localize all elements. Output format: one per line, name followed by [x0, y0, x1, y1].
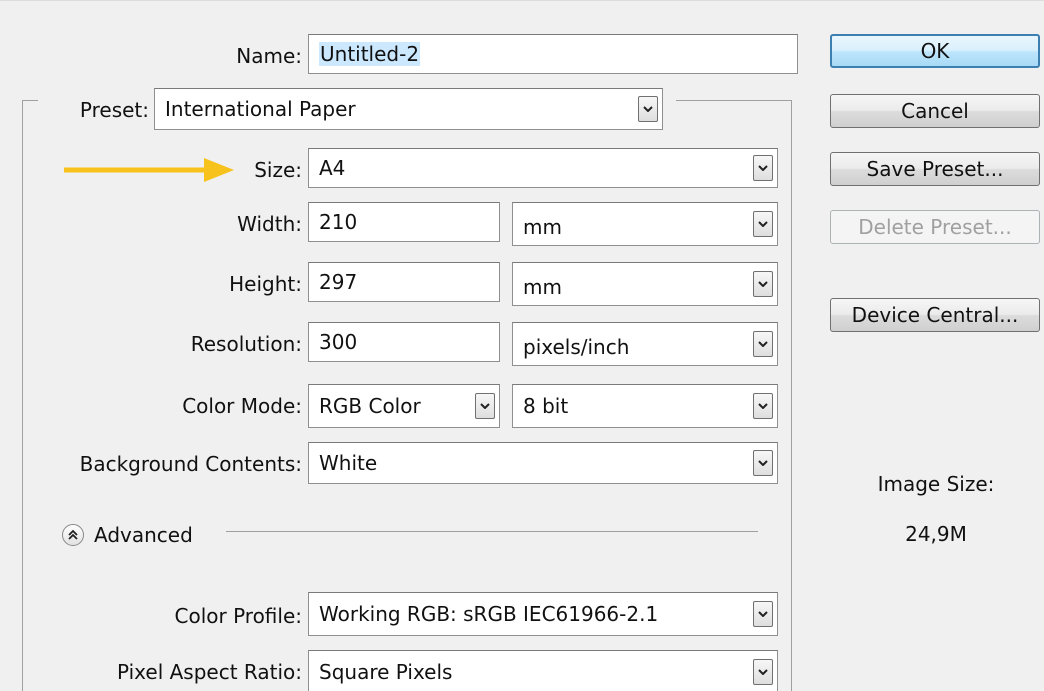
chevron-down-icon[interactable]	[638, 96, 658, 122]
advanced-divider	[226, 531, 758, 532]
height-label: Height:	[229, 272, 302, 296]
color-mode-label: Color Mode:	[182, 394, 302, 418]
size-label: Size:	[254, 158, 302, 182]
cancel-button[interactable]: Cancel	[830, 94, 1040, 128]
width-unit-value: mm	[523, 215, 562, 239]
ok-button[interactable]: OK	[830, 34, 1040, 68]
color-mode-value: RGB Color	[319, 394, 421, 418]
resolution-value: 300	[319, 330, 358, 354]
chevron-down-icon[interactable]	[753, 155, 773, 181]
name-input[interactable]: Untitled-2	[308, 34, 798, 74]
name-value: Untitled-2	[319, 42, 421, 66]
preset-group-frame-top-right	[676, 100, 792, 101]
preset-select[interactable]: International Paper	[154, 88, 663, 130]
width-unit-select[interactable]: mm	[512, 202, 778, 246]
chevron-down-icon[interactable]	[753, 601, 773, 627]
pixel-aspect-ratio-label: Pixel Aspect Ratio:	[117, 660, 302, 684]
save-preset-button[interactable]: Save Preset...	[830, 152, 1040, 186]
background-contents-value: White	[319, 451, 378, 475]
resolution-unit-value: pixels/inch	[523, 335, 630, 359]
height-input[interactable]: 297	[308, 262, 500, 302]
advanced-toggle-button[interactable]	[62, 524, 84, 546]
device-central-button[interactable]: Device Central...	[830, 298, 1040, 332]
preset-value: International Paper	[165, 97, 356, 121]
name-label: Name:	[236, 44, 302, 68]
chevron-down-icon[interactable]	[753, 450, 773, 476]
double-chevron-up-icon	[68, 529, 78, 540]
preset-group-frame-right	[791, 100, 792, 691]
size-value: A4	[319, 156, 346, 180]
background-contents-select[interactable]: White	[308, 442, 778, 484]
chevron-down-icon[interactable]	[753, 659, 773, 685]
width-label: Width:	[237, 212, 302, 236]
bit-depth-select[interactable]: 8 bit	[512, 384, 778, 428]
preset-group-frame-top-left	[22, 100, 38, 101]
height-unit-value: mm	[523, 275, 562, 299]
height-unit-select[interactable]: mm	[512, 262, 778, 306]
preset-group-frame-left	[22, 100, 23, 691]
size-select[interactable]: A4	[308, 148, 778, 188]
resolution-label: Resolution:	[190, 332, 302, 356]
color-mode-select[interactable]: RGB Color	[308, 384, 500, 428]
pixel-aspect-ratio-select[interactable]: Square Pixels	[308, 650, 778, 691]
chevron-down-icon[interactable]	[753, 393, 773, 419]
arrow-right-icon	[64, 158, 234, 182]
chevron-down-icon[interactable]	[753, 271, 773, 297]
image-size-value: 24,9M	[905, 522, 967, 546]
advanced-label: Advanced	[94, 523, 193, 547]
bit-depth-value: 8 bit	[523, 394, 569, 418]
resolution-input[interactable]: 300	[308, 322, 500, 362]
color-profile-label: Color Profile:	[174, 604, 303, 628]
chevron-down-icon[interactable]	[475, 393, 495, 419]
pixel-aspect-ratio-value: Square Pixels	[319, 660, 453, 684]
preset-label: Preset:	[79, 98, 149, 122]
width-value: 210	[319, 210, 358, 234]
width-input[interactable]: 210	[308, 202, 500, 242]
color-profile-select[interactable]: Working RGB: sRGB IEC61966-2.1	[308, 592, 778, 636]
delete-preset-button: Delete Preset...	[830, 210, 1040, 244]
image-size-label: Image Size:	[877, 472, 995, 496]
resolution-unit-select[interactable]: pixels/inch	[512, 322, 778, 366]
top-divider	[0, 0, 1044, 1]
chevron-down-icon[interactable]	[753, 211, 773, 237]
background-contents-label: Background Contents:	[79, 452, 302, 476]
height-value: 297	[319, 270, 358, 294]
chevron-down-icon[interactable]	[753, 331, 773, 357]
color-profile-value: Working RGB: sRGB IEC61966-2.1	[319, 602, 659, 626]
